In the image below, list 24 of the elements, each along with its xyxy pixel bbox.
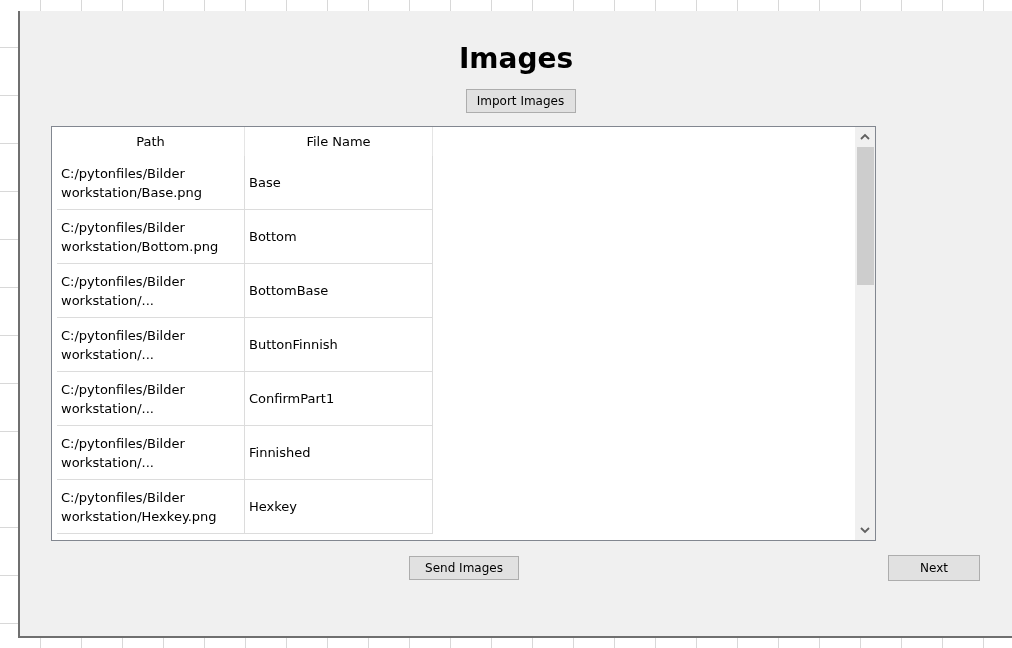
next-button[interactable]: Next xyxy=(888,555,980,581)
path-cell: C:/pytonfiles/Bilder workstation/... xyxy=(57,372,245,426)
path-cell: C:/pytonfiles/Bilder workstation/... xyxy=(57,318,245,372)
file-name-cell: BottomBase xyxy=(245,264,433,318)
path-cell: C:/pytonfiles/Bilder workstation/Bottom.png xyxy=(57,210,245,264)
file-name-cell: ButtonFinnish xyxy=(245,318,433,372)
column-header[interactable]: Path xyxy=(57,127,245,156)
file-name-cell: Finnished xyxy=(245,426,433,480)
import-images-button[interactable]: Import Images xyxy=(465,89,576,113)
file-name-cell: ConfirmPart1 xyxy=(245,372,433,426)
path-cell: C:/pytonfiles/Bilder workstation/... xyxy=(57,426,245,480)
page-title: Images xyxy=(458,41,574,77)
file-name-cell: Base xyxy=(245,156,433,210)
send-images-button[interactable]: Send Images xyxy=(409,556,519,580)
scrollbar[interactable] xyxy=(855,127,875,540)
path-cell: C:/pytonfiles/Bilder workstation/... xyxy=(57,264,245,318)
scroll-down-icon[interactable] xyxy=(860,526,870,534)
column-header[interactable]: File Name xyxy=(245,127,433,156)
file-name-cell: Bottom xyxy=(245,210,433,264)
file-name-cell: Hexkey xyxy=(245,480,433,534)
scroll-up-icon[interactable] xyxy=(860,133,870,141)
path-cell: C:/pytonfiles/Bilder workstation/Hexkey.png xyxy=(57,480,245,534)
scroll-thumb[interactable] xyxy=(856,147,874,285)
path-cell: C:/pytonfiles/Bilder workstation/Base.png xyxy=(57,156,245,210)
